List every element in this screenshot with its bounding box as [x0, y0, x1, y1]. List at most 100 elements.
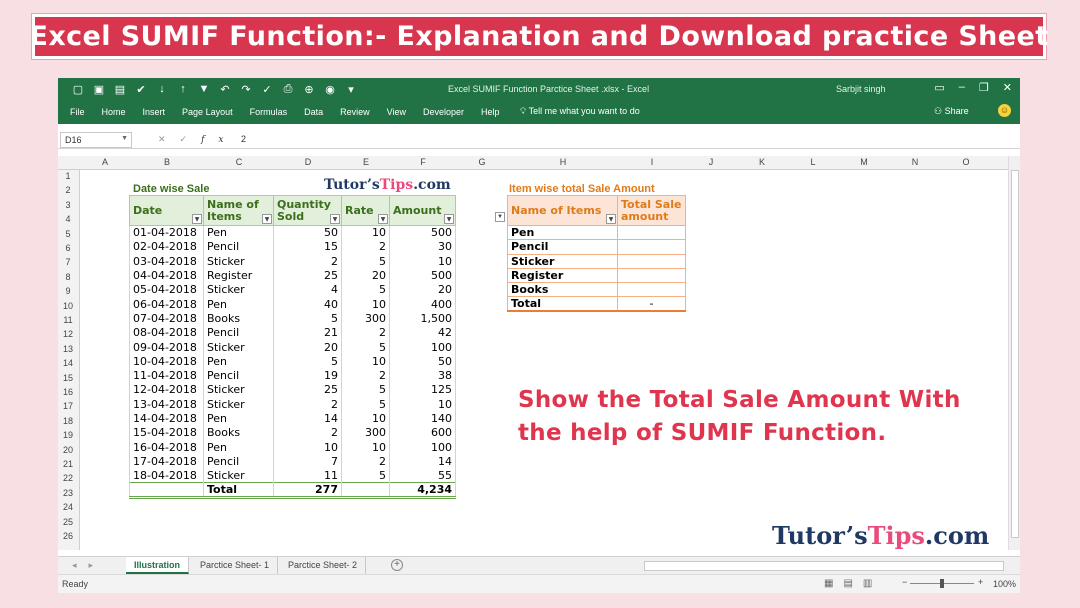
- zoom-level[interactable]: 100%: [993, 579, 1016, 589]
- table-cell[interactable]: 2: [341, 454, 390, 469]
- total-sale-cell[interactable]: [617, 239, 686, 255]
- table-cell[interactable]: 5: [341, 339, 390, 355]
- tab-developer[interactable]: Developer: [423, 107, 464, 117]
- table-cell[interactable]: 500: [389, 225, 456, 240]
- spell-icon[interactable]: ✓: [261, 83, 273, 96]
- feedback-smiley-icon[interactable]: ☺: [998, 104, 1011, 117]
- user-name[interactable]: Sarbjit singh: [836, 84, 886, 94]
- row-header[interactable]: 15: [58, 373, 78, 383]
- table-cell[interactable]: 21: [273, 325, 342, 340]
- scroll-thumb[interactable]: [1011, 170, 1019, 538]
- table-cell[interactable]: 19: [273, 368, 342, 383]
- table-cell[interactable]: 12-04-2018: [129, 382, 204, 398]
- horizontal-scrollbar[interactable]: [644, 561, 1004, 571]
- table-cell[interactable]: Pen: [203, 411, 274, 426]
- table-cell[interactable]: 14: [389, 454, 456, 469]
- item-name-cell[interactable]: Pencil: [507, 239, 618, 255]
- table-cell[interactable]: 55: [389, 468, 456, 483]
- table-cell[interactable]: 4: [273, 282, 342, 297]
- total-cell[interactable]: 277: [273, 482, 342, 500]
- row-header[interactable]: 2: [58, 185, 78, 195]
- row-header[interactable]: 6: [58, 243, 78, 253]
- row-header[interactable]: 12: [58, 329, 78, 339]
- row-header[interactable]: 21: [58, 459, 78, 469]
- col-header[interactable]: L: [788, 157, 838, 167]
- ribbon-options-icon[interactable]: ▭: [934, 81, 944, 94]
- table-cell[interactable]: 400: [389, 296, 456, 312]
- tab-insert[interactable]: Insert: [143, 107, 166, 117]
- fx-icon[interactable]: fx: [201, 135, 237, 145]
- table-cell[interactable]: 06-04-2018: [129, 296, 204, 312]
- table-cell[interactable]: 20: [389, 282, 456, 297]
- share-button[interactable]: ⚇ Share: [934, 106, 969, 117]
- table-cell[interactable]: 300: [341, 425, 390, 440]
- table-cell[interactable]: Sticker: [203, 254, 274, 269]
- table-cell[interactable]: 10: [341, 225, 390, 240]
- table-cell[interactable]: Pencil: [203, 239, 274, 255]
- table-cell[interactable]: 11-04-2018: [129, 368, 204, 383]
- table-cell[interactable]: 10: [341, 354, 390, 369]
- tab-help[interactable]: Help: [481, 107, 500, 117]
- cancel-icon[interactable]: ✕: [158, 134, 180, 144]
- table-cell[interactable]: 5: [341, 397, 390, 412]
- row-header[interactable]: 8: [58, 272, 78, 282]
- table-cell[interactable]: 2: [273, 397, 342, 412]
- zoom-slider[interactable]: − +: [902, 577, 983, 588]
- table-cell[interactable]: 10: [389, 397, 456, 412]
- table-cell[interactable]: Sticker: [203, 382, 274, 398]
- table-cell[interactable]: 10: [341, 439, 390, 455]
- table-cell[interactable]: 14: [273, 411, 342, 426]
- table-cell[interactable]: 2: [273, 425, 342, 440]
- table-cell[interactable]: 2: [341, 368, 390, 383]
- tab-page-layout[interactable]: Page Layout: [182, 107, 233, 117]
- table-cell[interactable]: 2: [341, 325, 390, 340]
- table-cell[interactable]: Pencil: [203, 368, 274, 383]
- filter-dropdown-icon[interactable]: ▼: [495, 212, 505, 222]
- table-cell[interactable]: Books: [203, 311, 274, 326]
- tab-formulas[interactable]: Formulas: [250, 107, 288, 117]
- tell-me-box[interactable]: 💡︎ Tell me what you want to do: [520, 106, 640, 117]
- table-cell[interactable]: 07-04-2018: [129, 311, 204, 326]
- minimize-icon[interactable]: –: [959, 81, 965, 94]
- row-header[interactable]: 16: [58, 387, 78, 397]
- table-cell[interactable]: 05-04-2018: [129, 282, 204, 297]
- col-header[interactable]: C: [204, 157, 274, 167]
- sort-asc-icon[interactable]: ↓: [156, 83, 168, 96]
- table-cell[interactable]: 5: [341, 254, 390, 269]
- table-cell[interactable]: 03-04-2018: [129, 254, 204, 269]
- table-cell[interactable]: 15: [273, 239, 342, 255]
- col-header[interactable]: F: [390, 157, 456, 167]
- sheet-nav-arrows[interactable]: ◂▸: [72, 560, 105, 571]
- table-cell[interactable]: 08-04-2018: [129, 325, 204, 340]
- row-header[interactable]: 17: [58, 401, 78, 411]
- col-header[interactable]: E: [342, 157, 390, 167]
- col-header[interactable]: J: [686, 157, 736, 167]
- restore-icon[interactable]: ❐: [979, 81, 989, 94]
- col-header[interactable]: A: [80, 157, 130, 167]
- table-cell[interactable]: 16-04-2018: [129, 439, 204, 455]
- table-cell[interactable]: 50: [389, 354, 456, 369]
- row-header[interactable]: 14: [58, 358, 78, 368]
- row-header[interactable]: 3: [58, 200, 78, 210]
- table-cell[interactable]: 5: [341, 468, 390, 483]
- row-header[interactable]: 4: [58, 214, 78, 224]
- row-header[interactable]: 20: [58, 445, 78, 455]
- item-name-cell[interactable]: Books: [507, 282, 618, 298]
- row-header[interactable]: 5: [58, 229, 78, 239]
- table-cell[interactable]: 13-04-2018: [129, 397, 204, 412]
- table-cell[interactable]: 10: [341, 411, 390, 426]
- view-buttons[interactable]: ▦▤▥: [824, 578, 882, 589]
- col-header[interactable]: H: [508, 157, 618, 167]
- filter-dropdown-icon[interactable]: ▼: [262, 214, 272, 224]
- print-preview-icon[interactable]: ⎙: [282, 83, 294, 96]
- table-cell[interactable]: 20: [273, 339, 342, 355]
- row-header[interactable]: 26: [58, 531, 78, 541]
- zoom-icon[interactable]: ⊕: [303, 83, 315, 96]
- table-cell[interactable]: 10: [273, 439, 342, 455]
- open-icon[interactable]: ▣: [93, 83, 105, 96]
- filter-dropdown-icon[interactable]: ▼: [378, 214, 388, 224]
- row-header[interactable]: 18: [58, 416, 78, 426]
- tab-view[interactable]: View: [387, 107, 406, 117]
- zoom-out-icon[interactable]: −: [902, 577, 907, 587]
- tab-data[interactable]: Data: [304, 107, 323, 117]
